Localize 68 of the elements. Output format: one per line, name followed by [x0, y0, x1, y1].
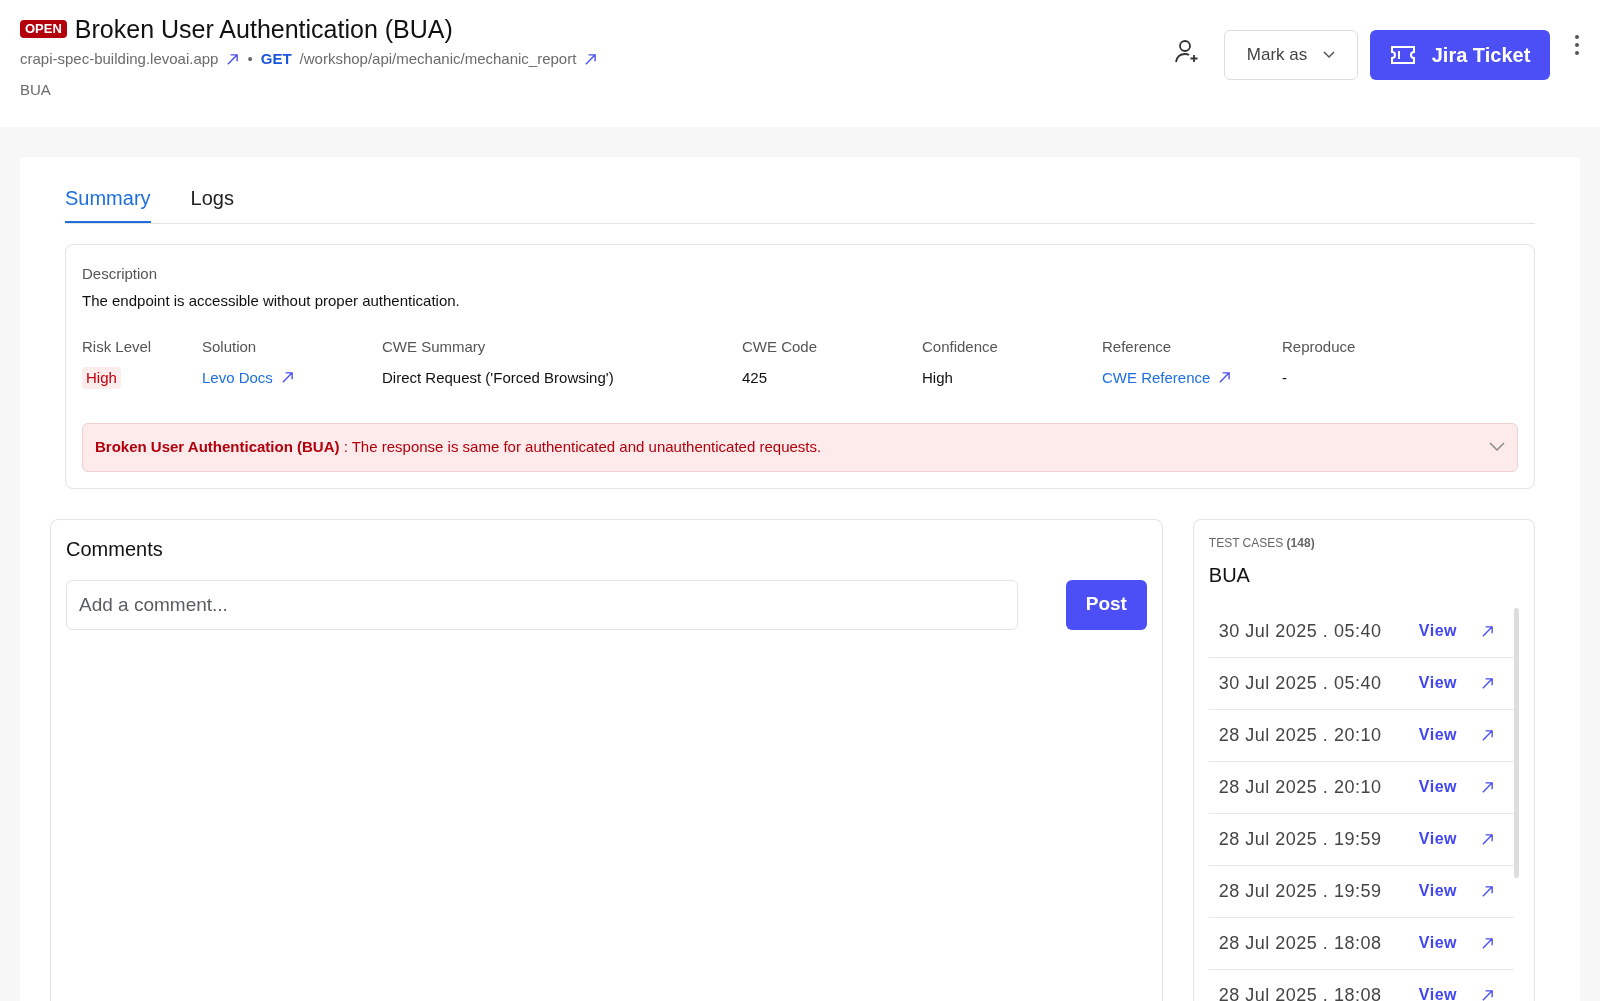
http-method: GET [260, 49, 292, 69]
field-label: Reproduce [1282, 337, 1357, 357]
view-link[interactable]: View [1418, 931, 1457, 955]
external-link-icon[interactable] [226, 52, 240, 66]
scrollbar[interactable] [1514, 607, 1519, 878]
test-case-time: 28 Jul 2025 . 19:59 [1218, 827, 1382, 851]
field-label: Reference [1102, 337, 1173, 357]
external-link-icon[interactable] [1481, 832, 1494, 846]
view-link[interactable]: View [1418, 775, 1457, 799]
tab[interactable]: Logs [190, 181, 234, 223]
description-text: The endpoint is accessible without proper authentication. [82, 290, 461, 311]
test-case-time: 28 Jul 2025 . 20:10 [1218, 723, 1382, 747]
view-link[interactable]: View [1418, 827, 1457, 851]
test-case-time: 28 Jul 2025 . 19:59 [1218, 879, 1382, 903]
description-label: Description [82, 264, 159, 284]
field-value: High [922, 367, 953, 388]
test-case-name: BUA [1208, 562, 1251, 588]
external-link-icon[interactable] [1218, 371, 1232, 385]
field-label: Risk Level [82, 337, 153, 357]
host-link[interactable]: crapi-spec-building.levoai.app [20, 48, 219, 71]
external-link-icon[interactable] [1481, 780, 1494, 794]
chevron-icon[interactable] [1489, 442, 1505, 453]
external-link-icon[interactable] [1481, 676, 1494, 690]
alert-message: Broken User Authentication (BUA) : The response is same for authenticated and unauthenticated requests. [95, 437, 822, 457]
view-link[interactable]: View [1418, 619, 1457, 643]
test-case-time: 28 Jul 2025 . 18:08 [1218, 983, 1382, 1001]
chevron-down-icon [1323, 51, 1336, 59]
tab[interactable]: Summary [65, 181, 151, 223]
comments-title: Comments [66, 536, 164, 562]
post-button[interactable]: Post [1065, 579, 1147, 630]
risk-level-tag: High [82, 366, 121, 389]
separator-dot: • [247, 49, 253, 69]
field-value: 425 [742, 367, 768, 388]
comment-field[interactable]: Add a comment... [66, 579, 1018, 630]
view-link[interactable]: View [1418, 671, 1457, 695]
more-options-icon[interactable] [1574, 34, 1580, 56]
endpoint-link[interactable]: /workshop/api/mechanic/mechanic_report [299, 48, 577, 71]
status-badge: OPEN [20, 20, 67, 38]
external-link-icon[interactable] [1481, 728, 1494, 742]
add-user-icon[interactable] [1174, 38, 1200, 64]
mark-as-dropdown[interactable]: Mark as [1224, 30, 1358, 80]
external-link-icon[interactable] [1481, 884, 1494, 898]
alert-banner[interactable]: Broken User Authentication (BUA) : The response is same for authenticated and unauthenticated requests. [82, 423, 1518, 472]
test-case-time: 30 Jul 2025 . 05:40 [1218, 619, 1382, 643]
jira-ticket-button[interactable]: Jira Ticket [1370, 30, 1550, 80]
field-value: Direct Request ('Forced Browsing') [382, 367, 614, 388]
page-title: Broken User Authentication (BUA) [74, 14, 453, 44]
field-value: - [1282, 367, 1287, 388]
test-cases-heading: TEST CASES (148) [1208, 534, 1316, 552]
field-label: CWE Summary [382, 337, 487, 357]
reference-link[interactable]: CWE Reference [1102, 366, 1211, 389]
external-link-icon[interactable] [584, 52, 598, 66]
view-link[interactable]: View [1418, 879, 1457, 903]
test-case-time: 28 Jul 2025 . 20:10 [1218, 775, 1382, 799]
view-link[interactable]: View [1418, 983, 1457, 1001]
category-label: BUA [20, 79, 52, 100]
test-case-time: 28 Jul 2025 . 18:08 [1218, 931, 1382, 955]
external-link-icon[interactable] [280, 371, 294, 385]
field-label: Solution [202, 337, 258, 357]
field-label: Confidence [922, 337, 999, 357]
external-link-icon[interactable] [1481, 988, 1494, 1001]
test-case-time: 30 Jul 2025 . 05:40 [1218, 671, 1382, 695]
field-label: CWE Code [742, 337, 819, 357]
view-link[interactable]: View [1418, 723, 1457, 747]
external-link-icon[interactable] [1481, 936, 1494, 950]
reference-link[interactable]: Levo Docs [202, 366, 273, 389]
external-link-icon[interactable] [1481, 624, 1494, 638]
ticket-icon [1389, 45, 1416, 65]
